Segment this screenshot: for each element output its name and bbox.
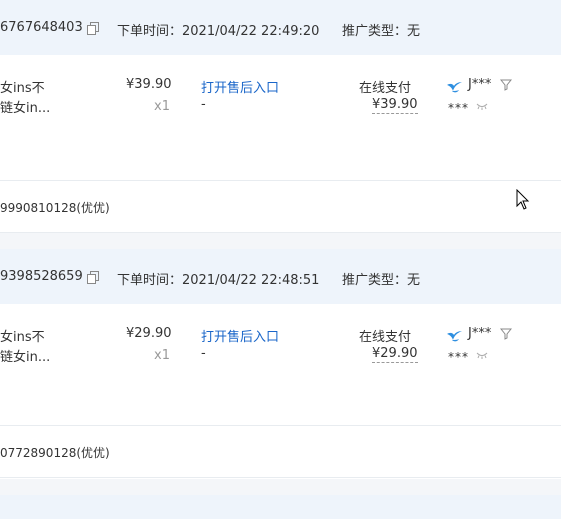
open-after-sale-link[interactable]: 打开售后入口 <box>201 326 279 345</box>
order-separator <box>0 233 561 249</box>
order-header: 6767648403 下单时间：2021/04/22 22:49:20 推广类型… <box>0 0 561 55</box>
unit-price: ¥29.90 <box>126 326 172 341</box>
pay-method: 在线支付 <box>359 330 412 345</box>
mouse-cursor-icon <box>516 189 530 210</box>
order-header-partial <box>0 495 561 519</box>
promo-type: 推广类型：无 <box>342 24 421 39</box>
eye-closed-icon[interactable] <box>476 103 488 110</box>
buyer-mask: *** <box>448 101 469 115</box>
quantity: x1 <box>154 348 170 363</box>
buyer-name[interactable]: J*** <box>468 326 491 341</box>
pay-amount[interactable]: ¥29.90 <box>372 346 418 363</box>
order-footer: 9990810128(优优) <box>0 180 561 233</box>
open-after-sale-link[interactable]: 打开售后入口 <box>201 77 279 96</box>
order-time: 下单时间：2021/04/22 22:48:51 <box>117 273 320 288</box>
pay-amount[interactable]: ¥39.90 <box>372 97 418 114</box>
order-remark: 0772890128(优优) <box>0 446 110 460</box>
copy-icon[interactable] <box>87 271 99 284</box>
pay-method: 在线支付 <box>359 81 412 96</box>
order-number[interactable]: 9398528659 <box>0 269 83 284</box>
after-sale-status: - <box>201 346 206 361</box>
order-body: 女ins不 链女in... ¥39.90 x1 打开售后入口 - 在线支付 ¥3… <box>0 55 561 180</box>
copy-icon[interactable] <box>87 22 99 35</box>
order-time: 下单时间：2021/04/22 22:49:20 <box>117 24 320 39</box>
order-number[interactable]: 6767648403 <box>0 20 83 35</box>
eye-closed-icon[interactable] <box>476 352 488 359</box>
buyer-name[interactable]: J*** <box>468 77 491 92</box>
promo-type: 推广类型：无 <box>342 273 421 288</box>
unit-price: ¥39.90 <box>126 77 172 92</box>
order-footer: 0772890128(优优) <box>0 425 561 478</box>
product-title-line2[interactable]: 链女in... <box>0 346 50 365</box>
order-remark: 9990810128(优优) <box>0 201 110 215</box>
after-sale-status: - <box>201 97 206 112</box>
filter-icon[interactable] <box>500 79 512 91</box>
bird-icon <box>447 331 462 342</box>
quantity: x1 <box>154 99 170 114</box>
filter-icon[interactable] <box>500 328 512 340</box>
bird-icon <box>447 82 462 93</box>
order-separator <box>0 479 561 495</box>
product-title-line2[interactable]: 链女in... <box>0 97 50 116</box>
order-header: 9398528659 下单时间：2021/04/22 22:48:51 推广类型… <box>0 249 561 304</box>
product-title-line1[interactable]: 女ins不 <box>0 77 45 96</box>
buyer-mask: *** <box>448 350 469 364</box>
order-body: 女ins不 链女in... ¥29.90 x1 打开售后入口 - 在线支付 ¥2… <box>0 304 561 429</box>
product-title-line1[interactable]: 女ins不 <box>0 326 45 345</box>
